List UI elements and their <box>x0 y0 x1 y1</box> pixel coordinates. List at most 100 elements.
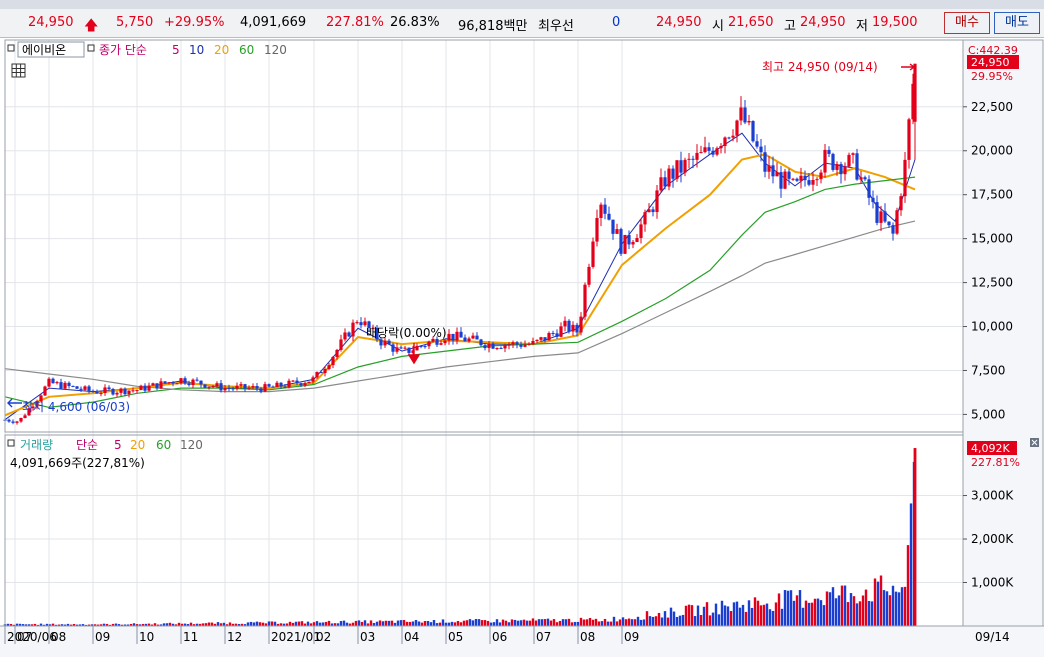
volume-bar <box>846 602 850 626</box>
candle-body <box>207 386 211 388</box>
volume-bar <box>750 607 754 626</box>
ma-period-10: 10 <box>189 43 204 57</box>
candle-body <box>913 63 917 122</box>
volume-bar <box>345 622 349 626</box>
candle-body <box>751 121 755 142</box>
volume-bar <box>837 595 841 626</box>
volume-bar <box>639 619 643 626</box>
candle-body <box>355 322 359 324</box>
volume-bar <box>913 448 917 626</box>
volume-toggle-icon[interactable] <box>7 439 15 447</box>
stock-name: 에이비온 <box>22 43 66 57</box>
candle-body <box>295 380 299 384</box>
volume-bar <box>804 600 808 626</box>
volume-bar <box>576 621 580 626</box>
candle-body <box>523 344 527 347</box>
volume-bar <box>795 595 799 626</box>
volume-bar <box>738 607 742 626</box>
volume-panel-frame <box>4 434 964 627</box>
candle-body <box>575 324 579 333</box>
candle-body <box>11 421 15 423</box>
candle-body <box>819 172 823 180</box>
candle-body <box>503 345 507 349</box>
volume-bar <box>675 616 679 626</box>
candle-body <box>319 371 323 374</box>
volume-ma-5: 5 <box>114 438 122 452</box>
volume-bar <box>495 619 499 626</box>
volume-last-tag-text: 4,092K <box>971 442 1010 455</box>
candle-body <box>279 382 283 387</box>
volume-tick-label: 2,000K <box>971 532 1014 546</box>
candle-body <box>491 343 495 349</box>
time-tick-label: 02 <box>316 630 331 644</box>
candle-body <box>707 147 711 151</box>
candle-body <box>183 378 187 384</box>
candle-body <box>531 341 535 345</box>
volume-bar <box>267 621 271 626</box>
candle-body <box>747 121 751 123</box>
candle-body <box>191 379 195 386</box>
volume-bar <box>468 619 472 626</box>
candle-body <box>307 381 311 384</box>
volume-bar <box>780 608 784 626</box>
chart-grid <box>4 40 963 626</box>
volume-bar <box>864 589 868 626</box>
candle-body <box>195 379 199 381</box>
volume-bar <box>420 622 424 626</box>
candle-body <box>827 149 831 154</box>
candle-body <box>507 344 511 346</box>
volume-bar <box>459 622 463 626</box>
volume-bar <box>654 616 658 626</box>
candle-body <box>143 385 147 391</box>
volume-bar <box>471 620 475 626</box>
volume-bar <box>696 605 700 626</box>
ma-toggle-icon[interactable] <box>87 44 95 52</box>
volume-bar <box>891 585 895 626</box>
volume-bar <box>609 621 613 626</box>
volume-bar <box>327 620 331 626</box>
candle-body <box>247 387 251 389</box>
ma-period-60: 60 <box>239 43 254 57</box>
buy-button[interactable]: 매수 <box>944 12 990 34</box>
volume-bar <box>888 595 892 626</box>
sell-button[interactable]: 매도 <box>994 12 1040 34</box>
volume-bar <box>768 609 772 626</box>
volume-bar <box>489 622 493 626</box>
stock-chart[interactable]: 5,000 7,500 10,000 12,500 15,000 17,500 20,000… <box>0 37 1044 657</box>
candle-body <box>727 137 731 139</box>
volume-bar <box>249 621 253 626</box>
candle-body <box>7 419 11 422</box>
candle-body <box>587 266 591 285</box>
candle-body <box>163 381 167 384</box>
volume-bars <box>3 448 917 626</box>
grid-table-icon[interactable] <box>11 63 26 78</box>
candle-body <box>775 172 779 177</box>
candle-body <box>419 345 423 347</box>
price-panel-frame <box>4 39 964 433</box>
volume-bar <box>342 620 346 626</box>
volume-bar <box>789 590 793 626</box>
candle-body <box>543 337 547 341</box>
candle-body <box>99 393 103 395</box>
ma-line-20 <box>4 153 916 417</box>
volume-title: 거래량 <box>20 438 53 452</box>
volume-bar <box>465 620 469 626</box>
volume-bar <box>909 503 913 626</box>
candle-body <box>15 421 19 423</box>
candle-body <box>483 345 487 349</box>
candle-body <box>243 384 247 389</box>
volume-ma-20: 20 <box>130 438 145 452</box>
volume-bar <box>762 604 766 626</box>
candle-body <box>55 382 59 384</box>
time-tick-label: 12 <box>227 630 242 644</box>
time-tick-label: 04 <box>404 630 419 644</box>
candle-body <box>791 178 795 180</box>
volume-bar <box>711 612 715 626</box>
volume-bar <box>726 606 730 626</box>
volume-bar <box>717 614 721 626</box>
volume-bar <box>765 603 769 626</box>
volume-bar <box>498 622 502 626</box>
panel-toggle-icon[interactable] <box>7 44 15 52</box>
candle-body <box>667 168 671 187</box>
candle-body <box>835 164 839 170</box>
